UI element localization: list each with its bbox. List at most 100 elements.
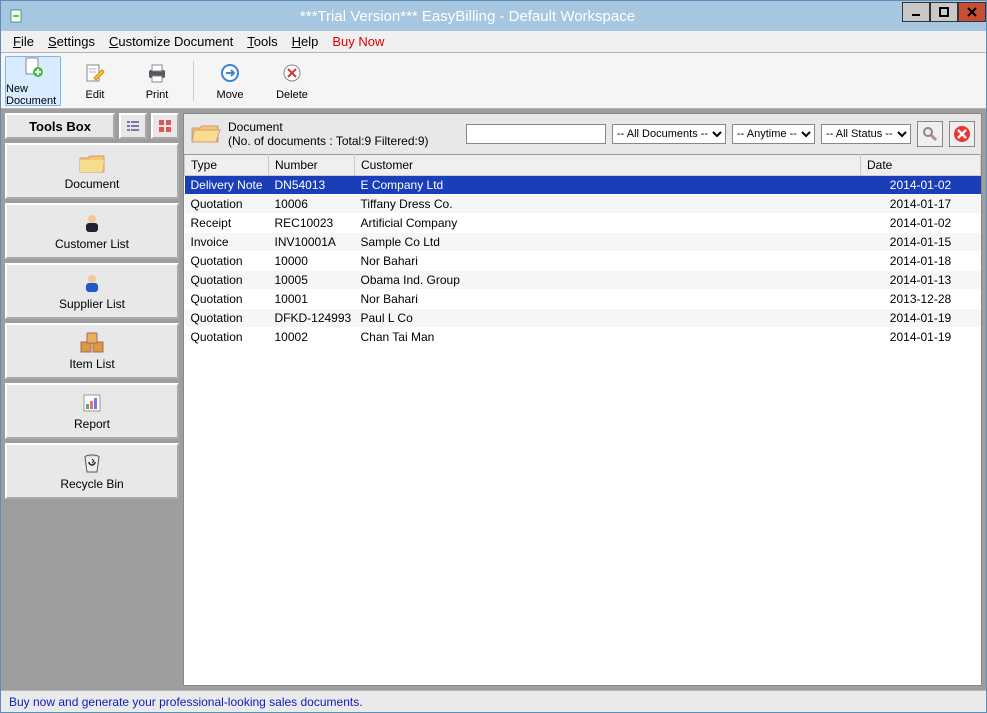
folder-icon [78, 152, 106, 177]
cell-number: DN54013 [269, 176, 355, 195]
toolbar-separator [193, 61, 194, 101]
cell-type: Quotation [185, 328, 269, 347]
col-type[interactable]: Type [185, 155, 269, 176]
customer-icon [81, 212, 103, 237]
sidebar-recycle-label: Recycle Bin [60, 477, 123, 491]
cell-customer: Tiffany Dress Co. [355, 195, 861, 214]
status-text[interactable]: Buy now and generate your professional-l… [9, 695, 363, 709]
search-input[interactable] [466, 124, 606, 144]
cell-date: 2014-01-19 [861, 309, 981, 328]
new-document-icon [22, 56, 44, 81]
cell-number: 10002 [269, 328, 355, 347]
list-view-button[interactable] [119, 113, 147, 139]
table-row[interactable]: Delivery NoteDN54013E Company Ltd2014-01… [185, 176, 981, 195]
sidebar-customer-list[interactable]: Customer List [5, 203, 179, 259]
menu-bar: File Settings Customize Document Tools H… [1, 31, 986, 53]
sidebar-customer-label: Customer List [55, 237, 129, 251]
cell-type: Invoice [185, 233, 269, 252]
print-button[interactable]: Print [129, 56, 185, 106]
sidebar-document[interactable]: Document [5, 143, 179, 199]
cell-type: Quotation [185, 309, 269, 328]
filter-status-select[interactable]: -- All Status -- [821, 124, 911, 144]
sidebar-report[interactable]: Report [5, 383, 179, 439]
printer-icon [146, 62, 168, 87]
cell-number: 10000 [269, 252, 355, 271]
cell-customer: Nor Bahari [355, 290, 861, 309]
col-date[interactable]: Date [861, 155, 981, 176]
cell-date: 2014-01-19 [861, 328, 981, 347]
maximize-button[interactable] [930, 2, 958, 22]
cell-customer: E Company Ltd [355, 176, 861, 195]
close-button[interactable] [958, 2, 986, 22]
cell-customer: Nor Bahari [355, 252, 861, 271]
cell-date: 2014-01-02 [861, 176, 981, 195]
cell-customer: Obama Ind. Group [355, 271, 861, 290]
table-row[interactable]: ReceiptREC10023Artificial Company2014-01… [185, 214, 981, 233]
cell-customer: Paul L Co [355, 309, 861, 328]
col-customer[interactable]: Customer [355, 155, 861, 176]
document-table-wrap[interactable]: Type Number Customer Date Delivery NoteD… [184, 154, 981, 685]
filter-documents-select[interactable]: -- All Documents -- [612, 124, 726, 144]
sidebar-item-list[interactable]: Item List [5, 323, 179, 379]
table-header-row: Type Number Customer Date [185, 155, 981, 176]
table-row[interactable]: Quotation10001Nor Bahari2013-12-28 [185, 290, 981, 309]
edit-button[interactable]: Edit [67, 56, 123, 106]
cell-date: 2014-01-02 [861, 214, 981, 233]
sidebar-supplier-label: Supplier List [59, 297, 125, 311]
icon-view-button[interactable] [151, 113, 179, 139]
menu-file[interactable]: File [7, 34, 40, 49]
table-row[interactable]: Quotation10006Tiffany Dress Co.2014-01-1… [185, 195, 981, 214]
boxes-icon [79, 332, 105, 357]
status-bar: Buy now and generate your professional-l… [1, 690, 986, 712]
new-document-button[interactable]: New Document [5, 56, 61, 106]
cell-date: 2013-12-28 [861, 290, 981, 309]
table-row[interactable]: QuotationDFKD-124993Paul L Co2014-01-19 [185, 309, 981, 328]
filter-bar: Document (No. of documents : Total:9 Fil… [184, 114, 981, 154]
sidebar-supplier-list[interactable]: Supplier List [5, 263, 179, 319]
table-row[interactable]: Quotation10000Nor Bahari2014-01-18 [185, 252, 981, 271]
clear-filter-button[interactable] [949, 121, 975, 147]
menu-settings[interactable]: Settings [42, 34, 101, 49]
supplier-icon [81, 272, 103, 297]
move-icon [219, 62, 241, 87]
filter-date-select[interactable]: -- Anytime -- [732, 124, 815, 144]
table-row[interactable]: Quotation10002Chan Tai Man2014-01-19 [185, 328, 981, 347]
cell-number: 10006 [269, 195, 355, 214]
cell-number: INV10001A [269, 233, 355, 252]
recycle-icon [81, 452, 103, 477]
title-bar[interactable]: ***Trial Version*** EasyBilling - Defaul… [1, 1, 986, 31]
sidebar: Tools Box Document Customer List Supplie… [1, 109, 183, 690]
table-row[interactable]: InvoiceINV10001ASample Co Ltd2014-01-15 [185, 233, 981, 252]
sidebar-document-label: Document [65, 177, 120, 191]
cell-date: 2014-01-18 [861, 252, 981, 271]
cell-type: Receipt [185, 214, 269, 233]
menu-customize[interactable]: Customize Document [103, 34, 239, 49]
cell-type: Quotation [185, 271, 269, 290]
menu-tools[interactable]: Tools [241, 34, 283, 49]
toolbar: New Document Edit Print Move Delete [1, 53, 986, 109]
delete-button[interactable]: Delete [264, 56, 320, 106]
doc-heading-block: Document (No. of documents : Total:9 Fil… [228, 120, 429, 148]
doc-heading: Document [228, 120, 429, 134]
cell-customer: Sample Co Ltd [355, 233, 861, 252]
menu-help[interactable]: Help [286, 34, 325, 49]
document-table: Type Number Customer Date Delivery NoteD… [184, 154, 981, 347]
move-label: Move [217, 89, 244, 101]
search-button[interactable] [917, 121, 943, 147]
tools-box-button[interactable]: Tools Box [5, 113, 115, 139]
cell-type: Quotation [185, 252, 269, 271]
main-area: Tools Box Document Customer List Supplie… [1, 109, 986, 690]
sidebar-recycle-bin[interactable]: Recycle Bin [5, 443, 179, 499]
app-icon [5, 8, 29, 24]
move-button[interactable]: Move [202, 56, 258, 106]
doc-count: (No. of documents : Total:9 Filtered:9) [228, 134, 429, 148]
col-number[interactable]: Number [269, 155, 355, 176]
table-row[interactable]: Quotation10005Obama Ind. Group2014-01-13 [185, 271, 981, 290]
report-icon [81, 392, 103, 417]
menu-buy-now[interactable]: Buy Now [326, 34, 390, 49]
window-title: ***Trial Version*** EasyBilling - Defaul… [33, 8, 902, 25]
content-panel: Document (No. of documents : Total:9 Fil… [183, 113, 982, 686]
cell-date: 2014-01-13 [861, 271, 981, 290]
minimize-button[interactable] [902, 2, 930, 22]
cell-number: 10001 [269, 290, 355, 309]
